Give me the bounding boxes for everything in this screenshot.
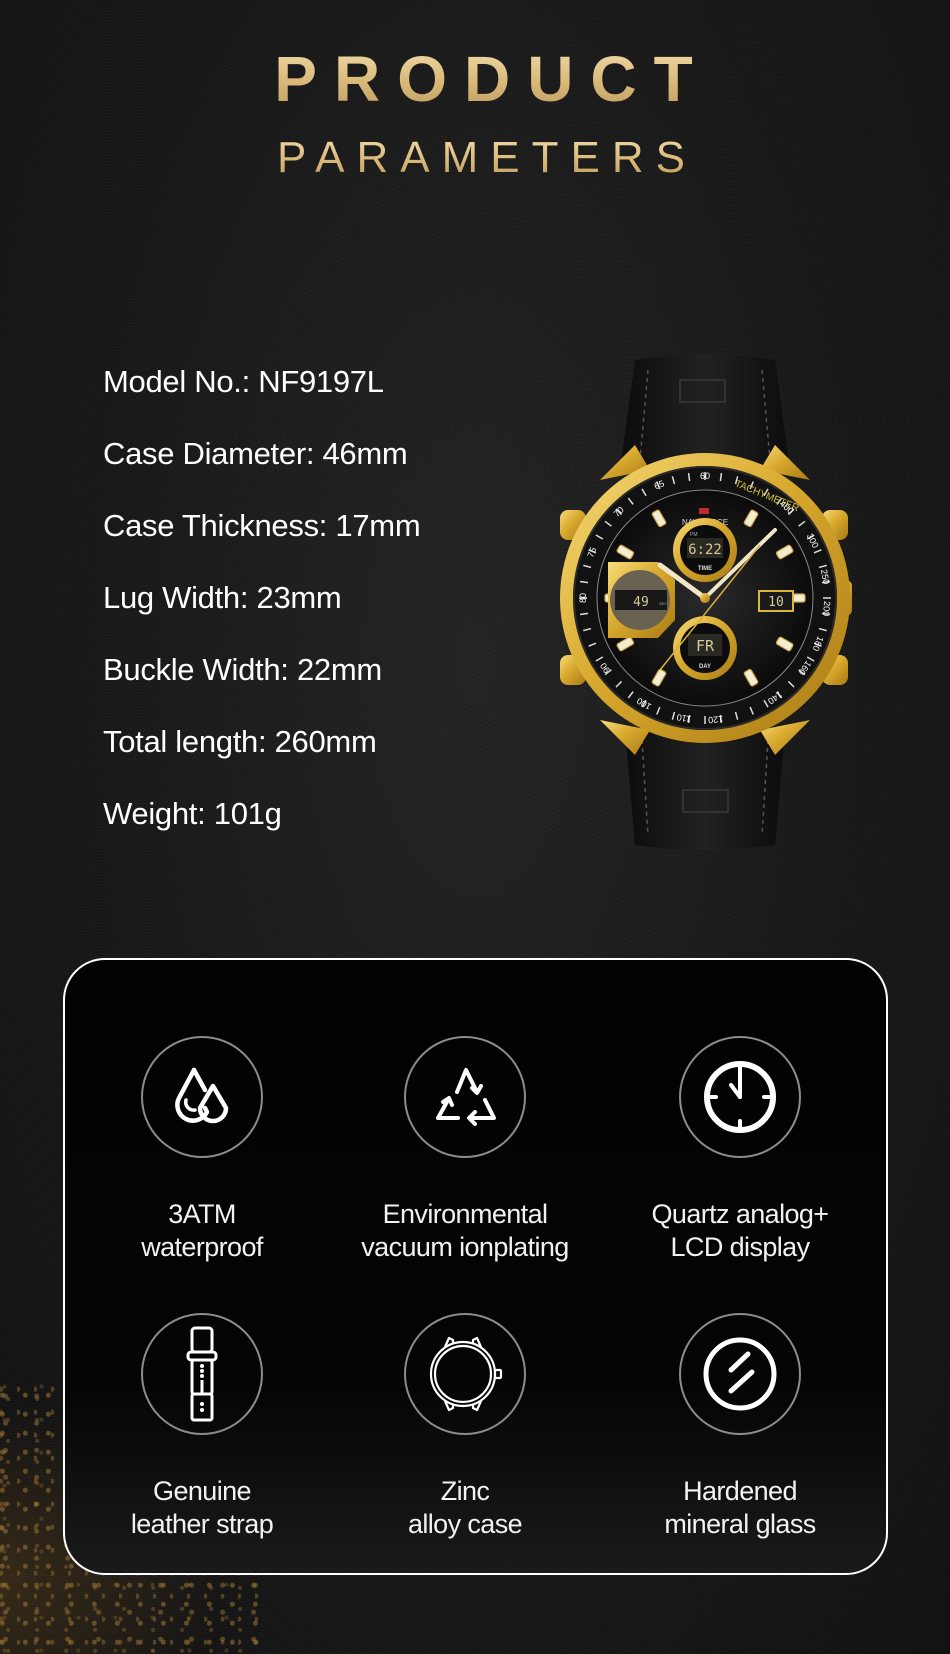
subdial-time: 6:22 PM TIME <box>673 518 737 582</box>
recycle-icon <box>436 1068 496 1126</box>
feature-line1: Genuine <box>153 1476 251 1506</box>
feature-line2: mineral glass <box>664 1509 816 1539</box>
bezel-tick <box>579 612 589 616</box>
leather-strap-icon <box>186 1326 218 1422</box>
feature-label: Zinc alloy case <box>335 1475 595 1541</box>
feature-line1: Zinc <box>440 1476 490 1506</box>
date-display: 10 <box>768 595 784 610</box>
clock-icon <box>704 1061 776 1133</box>
bezel-tick <box>687 472 691 482</box>
feature-line1: Hardened <box>683 1476 797 1506</box>
feature-label: Genuine leather strap <box>72 1475 332 1541</box>
feature-waterproof: 3ATM waterproof <box>72 1036 332 1264</box>
feature-line2: alloy case <box>407 1509 523 1539</box>
feature-line2: LCD display <box>670 1232 811 1262</box>
time-display: 6:22 <box>688 542 722 558</box>
spec-lug-width: Lug Width: 23mm <box>103 576 420 648</box>
feature-label: 3ATM waterproof <box>72 1198 332 1264</box>
bezel-tick <box>719 472 723 482</box>
feature-zinc-case: Zinc alloy case <box>335 1313 595 1541</box>
bezel-number: 60 <box>700 471 710 481</box>
spec-label: Lug Width: <box>103 580 249 615</box>
feature-line1: Environmental <box>382 1199 548 1229</box>
watch-case-icon <box>429 1336 503 1412</box>
subdial-day: FR DAY <box>673 616 737 680</box>
spec-label: Model No.: <box>103 364 250 399</box>
feature-icon-ring <box>679 1036 801 1158</box>
spec-total-length: Total length: 260mm <box>103 720 420 792</box>
spec-label: Buckle Width: <box>103 652 289 687</box>
spec-value: 46mm <box>322 436 408 471</box>
seconds-display: 49 <box>633 595 649 610</box>
feature-leather-strap: Genuine leather strap <box>72 1313 332 1541</box>
bezel-number: 200 <box>821 601 832 617</box>
features-panel: 3ATM waterproof Environmental vacuum ionpl… <box>63 958 888 1575</box>
seconds-label: SEC <box>659 601 667 606</box>
spec-model: Model No.: NF9197L <box>103 360 420 432</box>
title-product: PRODUCT <box>0 42 950 116</box>
water-drops-icon <box>175 1067 229 1124</box>
date-window: 10 <box>758 590 794 612</box>
feature-icon-ring <box>404 1313 526 1435</box>
feature-icon-ring <box>141 1036 263 1158</box>
feature-line1: Quartz analog+ <box>651 1199 830 1229</box>
spec-case-thickness: Case Thickness: 17mm <box>103 504 421 576</box>
spec-value: 101g <box>213 796 282 831</box>
spec-label: Total length: <box>103 724 267 759</box>
watch-product-image: TACHYMETER 606570758090100110 12014016018… <box>560 354 852 850</box>
day-label: DAY <box>699 664 711 670</box>
bezel-number: 120 <box>708 714 724 725</box>
spec-list: Model No.: NF9197L Case Diameter: 46mm C… <box>103 360 421 864</box>
spec-value: NF9197L <box>258 364 384 399</box>
spec-value: 260mm <box>274 724 377 759</box>
feature-mineral-glass: Hardened mineral glass <box>610 1313 870 1541</box>
feature-label: Quartz analog+ LCD display <box>610 1198 870 1264</box>
feature-ionplating: Environmental vacuum ionplating <box>335 1036 595 1264</box>
spec-value: 23mm <box>256 580 342 615</box>
spec-label: Case Diameter: <box>103 436 315 471</box>
time-period: PM <box>690 532 698 538</box>
bezel-tick <box>579 580 589 584</box>
feature-icon-ring <box>404 1036 526 1158</box>
spec-value: 17mm <box>335 508 421 543</box>
feature-line2: leather strap <box>130 1509 274 1539</box>
feature-icon-ring <box>141 1313 263 1435</box>
feature-label: Environmental vacuum ionplating <box>335 1198 595 1264</box>
mineral-glass-icon <box>703 1337 777 1411</box>
spec-label: Weight: <box>103 796 206 831</box>
feature-line2: waterproof <box>141 1232 263 1262</box>
feature-quartz-lcd: Quartz analog+ LCD display <box>610 1036 870 1264</box>
spec-label: Case Thickness: <box>103 508 328 543</box>
feature-line1: 3ATM <box>168 1199 236 1229</box>
spec-case-diameter: Case Diameter: 46mm <box>103 432 420 504</box>
bezel-number: 80 <box>578 593 588 603</box>
day-display: FR <box>696 637 715 655</box>
feature-icon-ring <box>679 1313 801 1435</box>
title-parameters: PARAMETERS <box>0 133 950 183</box>
feature-line2: vacuum ionplating <box>361 1232 569 1262</box>
watch-strap-bottom <box>625 730 785 850</box>
spec-buckle-width: Buckle Width: 22mm <box>103 648 420 720</box>
spec-value: 22mm <box>296 652 382 687</box>
watch-strap-top <box>620 354 790 470</box>
feature-label: Hardened mineral glass <box>610 1475 870 1541</box>
spec-weight: Weight: 101g <box>103 792 420 864</box>
subdial-seconds: 49 SEC <box>608 562 675 638</box>
time-label: TIME <box>698 566 712 572</box>
